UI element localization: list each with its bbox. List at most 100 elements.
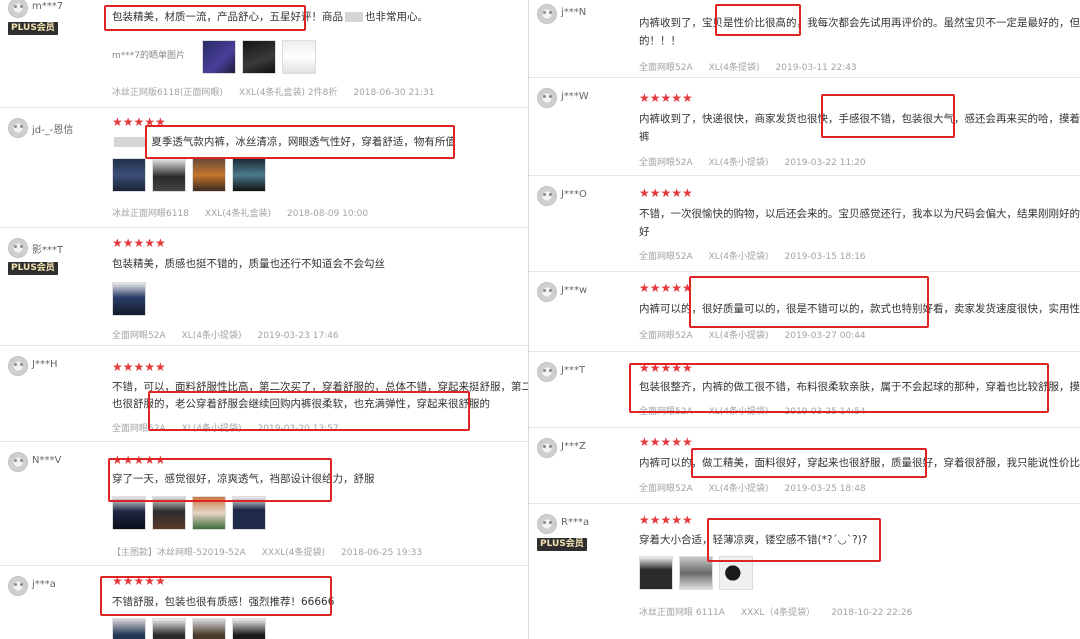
avatar[interactable] <box>537 282 557 302</box>
rating-stars: ★★★★★ <box>112 453 166 467</box>
avatar[interactable] <box>8 576 28 596</box>
rating-stars: ★★★★★ <box>112 360 166 374</box>
review-text: 内裤可以的，做工精美，面料很好，穿起来也很舒服，质量很好，穿着很舒服，我只能说性… <box>639 457 1080 469</box>
avatar[interactable] <box>8 118 28 138</box>
review-text-line2: 也很舒服的，老公穿着舒服会继续回购内裤很柔软，也充满弹性，穿起来很舒服的 <box>112 398 490 410</box>
review-content: ★★★★★ 不错，可以，面料舒服性比高，第二次买了，穿着舒服的，总体不错，穿起来… <box>112 346 528 442</box>
avatar[interactable] <box>537 186 557 206</box>
rating-stars: ★★★★★ <box>112 236 166 250</box>
photo-list <box>202 40 316 74</box>
review-meta: 冰丝正网版6118(正面网眼) XXL(4条礼盒装) 2件8折 2018-06-30… <box>112 88 435 98</box>
reviewer-name: jd-_-恩信 <box>32 125 74 136</box>
avatar[interactable] <box>537 438 557 458</box>
review-text: 包装精美，质感也挺不错的，质量也还行不知道会不会勾丝 <box>112 258 385 270</box>
right-review-column: j***N 内裤收到了，宝贝是性价比很高的，我每次都会先试用再评价的。虽然宝贝不… <box>528 0 1080 639</box>
review-item: j***W ★★★★★ 内裤收到了，快递很快，商家发货也很快，手感很不错，包装很… <box>529 78 1080 176</box>
reviewer-name: J***w <box>561 285 588 296</box>
review-text: 内裤收到了，快递很快，商家发货也很快，手感很不错，包装很大气，感还会再来买的哈，… <box>639 113 1080 125</box>
review-text-line2: 好 <box>639 226 650 238</box>
avatar[interactable] <box>537 4 557 24</box>
review-photo[interactable] <box>192 496 226 530</box>
plus-member-badge: PLUS会员 <box>537 538 587 551</box>
review-photo[interactable] <box>112 158 146 192</box>
avatar[interactable] <box>8 0 28 18</box>
review-content: ★★★★★ 内裤可以的，做工精美，面料很好，穿起来也很舒服，质量很好，穿着很舒服… <box>639 428 1080 504</box>
photo-list <box>112 158 266 192</box>
review-content: ★★★★★ 包装精美，质感也挺不错的，质量也还行不知道会不会勾丝 全面网眼52A… <box>112 228 528 346</box>
review-item: R***a PLUS会员 ★★★★★ 穿着大小合适，轻薄凉爽，镂空感不错(*?´… <box>529 504 1080 639</box>
avatar[interactable] <box>537 88 557 108</box>
reviewer-name: J***Z <box>561 441 586 452</box>
broken-image-alt[interactable]: m***7的晒单图片 <box>112 48 185 61</box>
reviewer-name: N***V <box>32 455 62 466</box>
review-item: N***V ★★★★★ 穿了一天，感觉很好，凉爽透气，裆部设计很给力，舒服 【主… <box>0 442 528 566</box>
review-photo[interactable] <box>112 496 146 530</box>
review-photo[interactable] <box>112 282 146 316</box>
review-photo[interactable] <box>639 556 673 590</box>
avatar[interactable] <box>8 452 28 472</box>
review-photo[interactable] <box>152 618 186 639</box>
reviewer-name: m***7 <box>32 1 64 12</box>
left-review-column: m***7 PLUS会员 包装精美，材质一流，产品舒心，五星好评！商品 也非常用心… <box>0 0 528 639</box>
reviewer-name: j***a <box>32 579 56 590</box>
review-photo[interactable] <box>112 618 146 639</box>
rating-stars: ★★★★★ <box>639 435 693 449</box>
review-photo[interactable] <box>232 158 266 192</box>
review-photo[interactable] <box>679 556 713 590</box>
rating-stars: ★★★★★ <box>639 186 693 200</box>
review-photo[interactable] <box>192 618 226 639</box>
review-item: jd-_-恩信 ★★★★★ 夏季透气款内裤，冰丝清凉，网眼透气性好，穿着舒适，物… <box>0 108 528 228</box>
photo-list <box>639 556 753 590</box>
rating-stars: ★★★★★ <box>639 281 693 295</box>
review-meta: 全面网眼52A XL(4条小提袋) 2019-03-27 00:44 <box>639 331 866 341</box>
review-text: 穿了一天，感觉很好，凉爽透气，裆部设计很给力，舒服 <box>112 473 375 485</box>
review-item: J***H ★★★★★ 不错，可以，面料舒服性比高，第二次买了，穿着舒服的，总体… <box>0 346 528 442</box>
plus-member-badge: PLUS会员 <box>8 22 58 35</box>
review-text-line2: 的！！！ <box>639 35 681 47</box>
review-meta: 全面网眼52A XL(4条小提袋) 2019-03-22 11:20 <box>639 158 866 168</box>
review-content: ★★★★★ 包装很整齐，内裤的做工很不错，布料很柔软亲肤，属于不会起球的那种，穿… <box>639 352 1080 428</box>
review-item: j***a ★★★★★ 不错舒服，包装也很有质感！强烈推荐！66666 <box>0 566 528 639</box>
review-text: 夏季透气款内裤，冰丝清凉，网眼透气性好，穿着舒适，物有所值 <box>112 133 456 152</box>
review-text: 穿着大小合适，轻薄凉爽，镂空感不错(*?´◡`?)? <box>639 534 868 546</box>
review-item: m***7 PLUS会员 包装精美，材质一流，产品舒心，五星好评！商品 也非常用心… <box>0 0 528 108</box>
avatar[interactable] <box>8 238 28 258</box>
review-photo[interactable] <box>202 40 236 74</box>
review-text: 不错，一次很愉快的购物，以后还会来的。宝贝感觉还行，我本以为尺码会偏大，结果刚刚… <box>639 208 1080 220</box>
review-content: 包装精美，材质一流，产品舒心，五星好评！商品 也非常用心。 m***7的晒单图片 … <box>112 0 528 108</box>
review-item: j***N 内裤收到了，宝贝是性价比很高的，我每次都会先试用再评价的。虽然宝贝不… <box>529 0 1080 78</box>
rating-stars: ★★★★★ <box>639 91 693 105</box>
review-photo[interactable] <box>152 158 186 192</box>
avatar[interactable] <box>537 514 557 534</box>
review-item: J***T ★★★★★ 包装很整齐，内裤的做工很不错，布料很柔软亲肤，属于不会起… <box>529 352 1080 428</box>
review-photo[interactable] <box>152 496 186 530</box>
review-content: ★★★★★ 内裤收到了，快递很快，商家发货也很快，手感很不错，包装很大气，感还会… <box>639 78 1080 176</box>
rating-stars: ★★★★★ <box>112 115 166 129</box>
rating-stars: ★★★★★ <box>639 361 693 375</box>
reviewer-name: j***N <box>561 7 587 18</box>
review-photo[interactable] <box>232 618 266 639</box>
review-item: J***O ★★★★★ 不错，一次很愉快的购物，以后还会来的。宝贝感觉还行，我本… <box>529 176 1080 272</box>
review-photo[interactable] <box>232 496 266 530</box>
review-photo[interactable] <box>719 556 753 590</box>
review-photo[interactable] <box>242 40 276 74</box>
reviewer-name: J***O <box>561 189 587 200</box>
review-meta: 全面网眼52A XL(4条小提袋) 2019-03-15 18:16 <box>639 252 866 262</box>
redacted-mark <box>345 12 363 22</box>
review-content: 内裤收到了，宝贝是性价比很高的，我每次都会先试用再评价的。虽然宝贝不一定是最好的… <box>639 0 1080 78</box>
review-meta: 全面网眼52A XL(4条小提袋) 2019-03-25 14:54 <box>639 407 866 417</box>
review-content: ★★★★★ 不错，一次很愉快的购物，以后还会来的。宝贝感觉还行，我本以为尺码会偏… <box>639 176 1080 272</box>
review-text: 包装很整齐，内裤的做工很不错，布料很柔软亲肤，属于不会起球的那种，穿着也比较舒服… <box>639 381 1080 393</box>
review-photo[interactable] <box>192 158 226 192</box>
review-meta: 全面网眼52A XL(4条小提袋) 2019-03-23 17:46 <box>112 331 339 341</box>
review-meta: 全面网眼52A XL(4条小提袋) 2019-03-25 18:48 <box>639 484 866 494</box>
avatar[interactable] <box>537 362 557 382</box>
review-meta: 冰丝正面网眼6118 XXL(4条礼盒装) 2018-08-09 10:00 <box>112 209 369 219</box>
review-meta: 全面网眼52A XL(4条小提袋) 2019-03-20 13:57 <box>112 424 339 434</box>
reviewer-name: J***H <box>32 359 58 370</box>
review-photo[interactable] <box>282 40 316 74</box>
review-content: ★★★★★ 穿着大小合适，轻薄凉爽，镂空感不错(*?´◡`?)? 冰丝正面网眼 … <box>639 504 1080 639</box>
avatar[interactable] <box>8 356 28 376</box>
review-text: 包装精美，材质一流，产品舒心，五星好评！商品 也非常用心。 <box>112 11 428 23</box>
reviewer-name: J***T <box>561 365 586 376</box>
